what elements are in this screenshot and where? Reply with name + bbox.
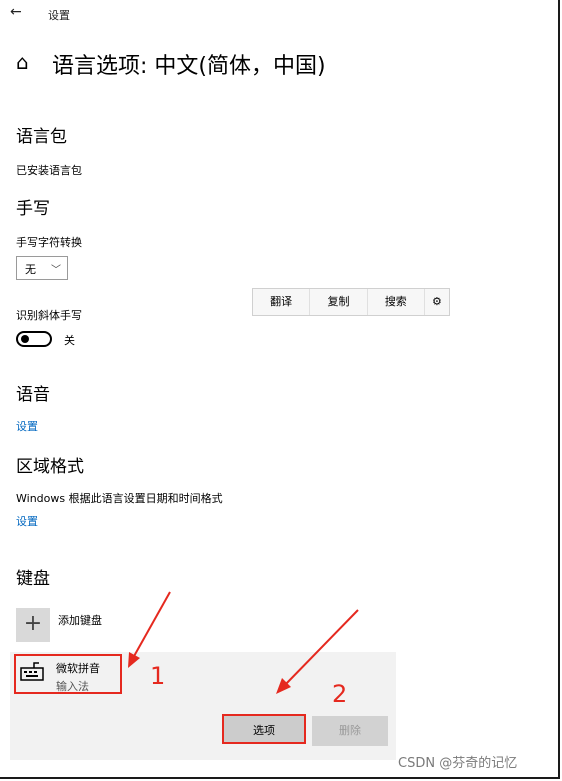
annotation-arrow-1 [132,591,171,659]
annotation-arrows [128,591,359,694]
annotation-arrow-2 [283,609,359,687]
watermark: CSDN @芬奇的记忆 [398,756,518,771]
